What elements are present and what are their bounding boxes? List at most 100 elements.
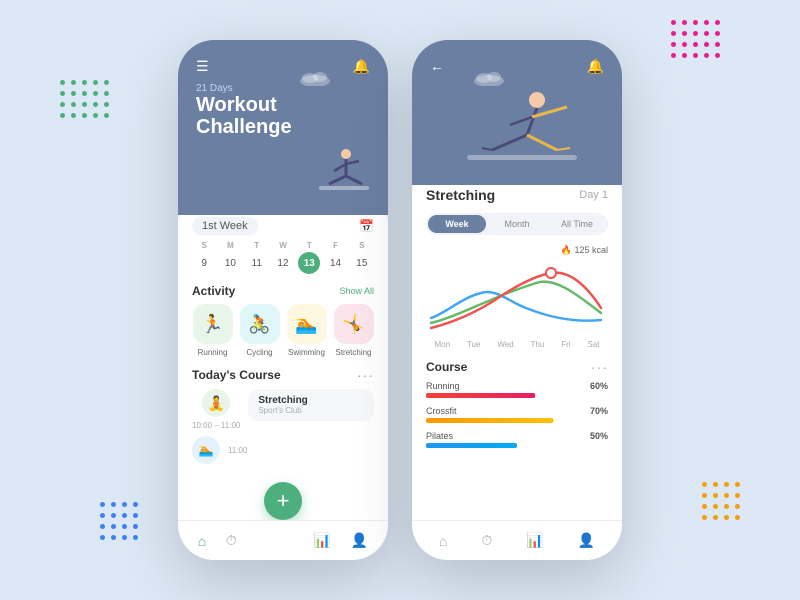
course-card: Stretching Sport's Club (248, 389, 374, 421)
hero-text: 21 Days WorkoutChallenge (196, 83, 370, 138)
right-bell-icon[interactable]: 🔔 (587, 58, 604, 75)
course-item-second: 🏊 11:00 (192, 436, 374, 464)
line-chart-svg (426, 258, 608, 338)
activity-swimming[interactable]: 🏊 Swimming (286, 304, 327, 357)
chart-label-sat: Sat (587, 340, 599, 349)
calendar-days: S M T W T F S 9 10 11 12 13 14 15 (192, 241, 374, 274)
swimming-label: Swimming (288, 348, 325, 357)
hero-section: ☰ 🔔 21 Days WorkoutChallenge (178, 40, 388, 215)
day-header-s: S (192, 241, 216, 250)
show-all-link[interactable]: Show All (339, 286, 374, 296)
activity-title: Activity (192, 284, 235, 298)
decorative-dots-topright (671, 20, 720, 58)
day-14[interactable]: 14 (325, 252, 347, 274)
fab-add-button[interactable]: + (264, 482, 302, 520)
right-hero-section: ← 🔔 (412, 40, 622, 185)
nav-profile-icon[interactable]: 👤 (351, 532, 368, 549)
pilates-bar-label: Pilates (426, 431, 453, 441)
yoga-figure (304, 146, 374, 201)
right-top-bar: ← 🔔 (412, 40, 622, 75)
day-header-m: M (218, 241, 242, 250)
chart-section: 🔥 125 kcal Mon Tue (426, 245, 608, 349)
stretching-header: Stretching Day 1 (426, 187, 608, 203)
course-bar-crossfit: Crossfit 70% (426, 406, 608, 423)
course-bars-section: Course ··· Running 60% (426, 359, 608, 448)
day-header-t1: T (245, 241, 269, 250)
activity-stretching[interactable]: 🤸 Stretching (333, 304, 374, 357)
tab-month[interactable]: Month (488, 215, 546, 233)
stretching-icon-box: 🤸 (334, 304, 374, 344)
day-10[interactable]: 10 (219, 252, 241, 274)
cycling-icon-box: 🚴 (240, 304, 280, 344)
pilates-bar-pct: 50% (590, 431, 608, 441)
stretching-figure (452, 85, 582, 185)
chart-label-thu: Thu (531, 340, 545, 349)
right-cloud-decoration (472, 68, 507, 86)
course-name: Stretching (258, 395, 364, 406)
course-menu-icon[interactable]: ··· (357, 367, 374, 383)
tab-week[interactable]: Week (428, 215, 486, 233)
course-time-2: 11:00 (228, 446, 247, 455)
nav-chart-icon[interactable]: 📊 (314, 532, 331, 549)
crossfit-bar-pct: 70% (590, 406, 608, 416)
day-label: Day 1 (579, 189, 608, 201)
right-phone: ← 🔔 (412, 40, 622, 560)
decorative-dots-bottomleft (100, 502, 138, 540)
running-bar-label: Running (426, 381, 460, 391)
running-bar-pct: 60% (590, 381, 608, 391)
chart-tabs: Week Month All Time (426, 213, 608, 235)
course-icon: 🧘 (202, 389, 230, 417)
right-nav-home-icon[interactable]: ⌂ (439, 533, 447, 549)
day-11[interactable]: 11 (246, 252, 268, 274)
course-item-stretching[interactable]: 🧘 10:00 – 11:00 Stretching Sport's Club (192, 389, 374, 430)
left-phone: ☰ 🔔 21 Days WorkoutChallenge (178, 40, 388, 560)
course-bars: Running 60% Crossfit 70% (426, 381, 608, 448)
activity-running[interactable]: 🏃 Running (192, 304, 233, 357)
nav-home-icon[interactable]: ⌂ (198, 533, 206, 549)
activity-icons: 🏃 Running 🚴 Cycling 🏊 Swimming 🤸 Stretch… (192, 304, 374, 357)
chart-label-tue: Tue (467, 340, 481, 349)
day-12[interactable]: 12 (272, 252, 294, 274)
bottom-nav-right: ⌂ ⏱ 📊 👤 (412, 520, 622, 560)
day-13-active[interactable]: 13 (298, 252, 320, 274)
tab-alltime[interactable]: All Time (548, 215, 606, 233)
activity-cycling[interactable]: 🚴 Cycling (239, 304, 280, 357)
cloud-decoration (298, 68, 333, 86)
course-bar-running: Running 60% (426, 381, 608, 398)
day-header-s2: S (350, 241, 374, 250)
week-label[interactable]: 1st Week (192, 217, 258, 235)
stretching-title: Stretching (426, 187, 495, 203)
pilates-bar-track (426, 443, 608, 448)
bell-icon[interactable]: 🔔 (353, 58, 370, 75)
activity-section: Activity Show All 🏃 Running 🚴 Cycling 🏊 … (192, 284, 374, 357)
cycling-emoji: 🚴 (248, 314, 270, 335)
running-emoji: 🏃 (201, 314, 223, 335)
swimming-emoji: 🏊 (295, 314, 317, 335)
course-header: Today's Course ··· (192, 367, 374, 383)
todays-course-section: Today's Course ··· 🧘 10:00 – 11:00 Stret… (192, 367, 374, 464)
stretching-label: Stretching (335, 348, 371, 357)
running-label: Running (198, 348, 228, 357)
cycling-label: Cycling (246, 348, 272, 357)
course-sub: Sport's Club (258, 406, 364, 415)
day-15[interactable]: 15 (351, 252, 373, 274)
stretching-emoji: 🤸 (342, 314, 364, 335)
kcal-badge: 🔥 125 kcal (426, 245, 608, 256)
calendar-icon[interactable]: 📅 (359, 219, 374, 233)
chart-label-wed: Wed (497, 340, 513, 349)
back-icon[interactable]: ← (430, 58, 444, 75)
course-bars-menu-icon[interactable]: ··· (591, 359, 608, 375)
course-time: 10:00 – 11:00 (192, 421, 240, 430)
chart-labels: Mon Tue Wed Thu Fri Sat (426, 340, 608, 349)
day-header-f: F (323, 241, 347, 250)
menu-icon[interactable]: ☰ (196, 58, 209, 75)
right-nav-profile-icon[interactable]: 👤 (578, 532, 595, 549)
calendar-section: 1st Week 📅 S M T W T F S 9 10 11 12 13 1… (192, 217, 374, 274)
day-9[interactable]: 9 (193, 252, 215, 274)
course-section-title: Course (426, 360, 467, 374)
right-nav-chart-icon[interactable]: 📊 (526, 532, 543, 549)
nav-timer-icon[interactable]: ⏱ (226, 532, 237, 549)
chart-label-fri: Fri (561, 340, 570, 349)
right-nav-timer-icon[interactable]: ⏱ (481, 532, 492, 549)
course-title: Today's Course (192, 368, 281, 382)
